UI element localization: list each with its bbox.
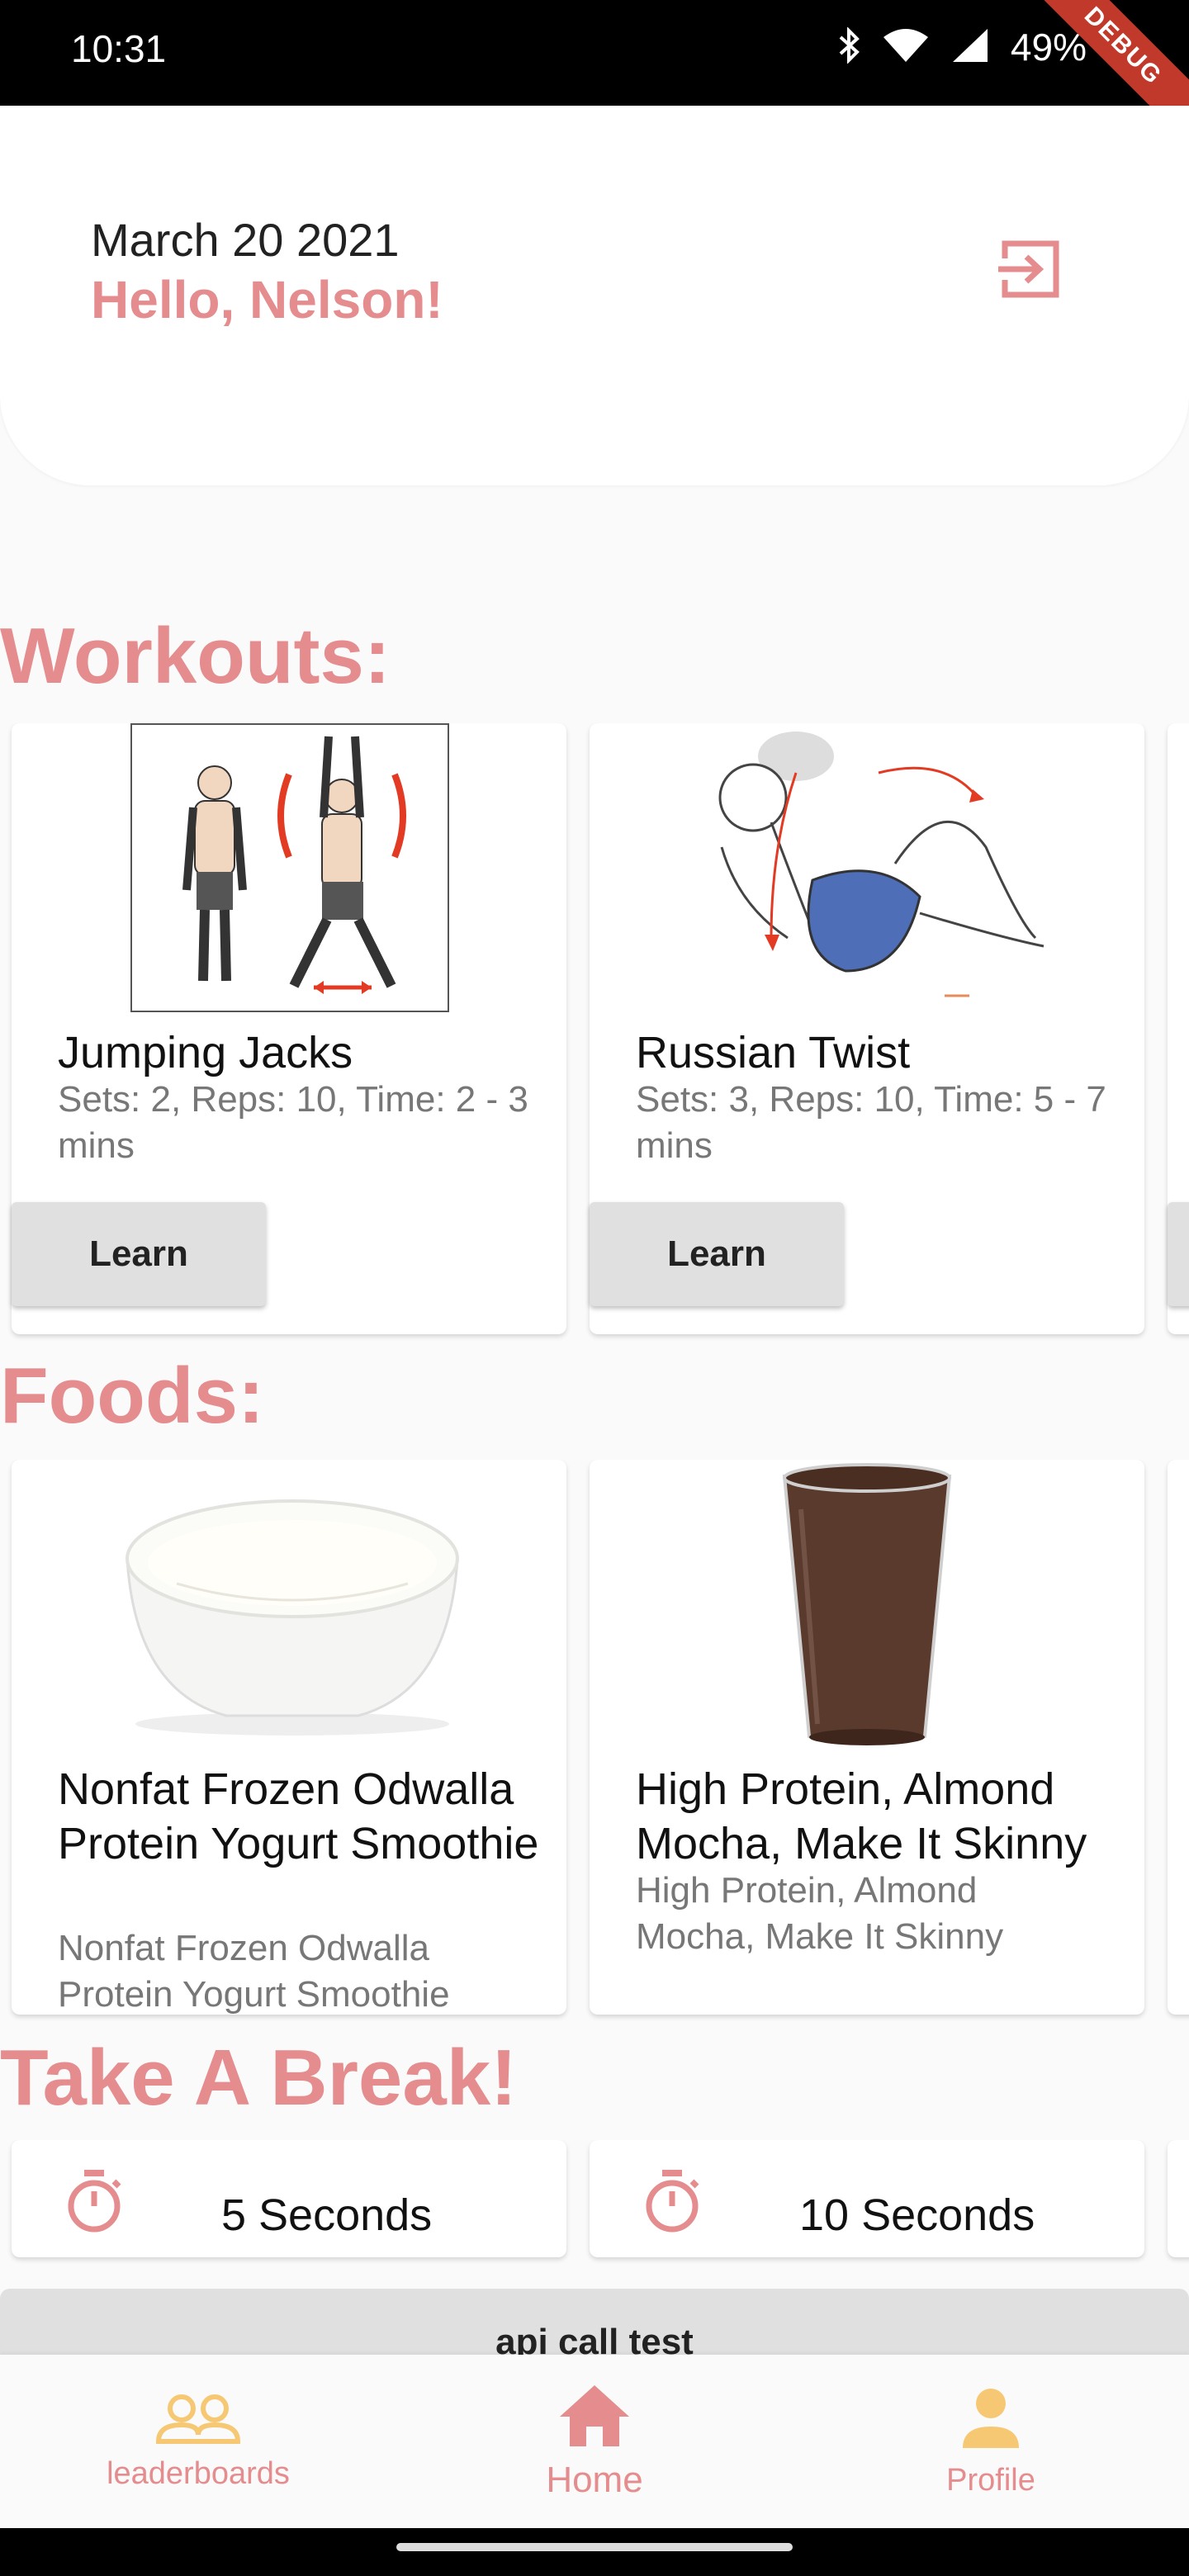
timer-label: 5 Seconds <box>221 2190 433 2240</box>
food-card[interactable]: Nonfat Frozen Odwalla Protein Yogurt Smo… <box>12 1460 566 2015</box>
workout-details: Sets: 2, Reps: 10, Time: 2 - 3 mins <box>58 1079 528 1166</box>
timers-carousel[interactable]: 5 Seconds 10 Seconds <box>0 2140 1189 2264</box>
logout-button[interactable] <box>991 230 1070 309</box>
workout-details: Sets: 3, Reps: 10, Time: 5 - 7 mins <box>636 1079 1106 1166</box>
timer-card[interactable] <box>1168 2140 1189 2257</box>
jumping-jacks-image <box>130 723 449 1012</box>
nav-label: leaderboards <box>107 2455 290 2491</box>
home-indicator[interactable] <box>396 2543 793 2551</box>
nav-label: Home <box>546 2460 643 2500</box>
nav-home[interactable]: Home <box>396 2355 793 2528</box>
foods-carousel[interactable]: Nonfat Frozen Odwalla Protein Yogurt Smo… <box>0 1460 1189 2021</box>
header-card: March 20 2021 Hello, Nelson! <box>0 106 1189 485</box>
food-card[interactable]: High Protein, Almond Mocha, Make It Skin… <box>590 1460 1144 2015</box>
break-title: Take A Break! <box>0 2034 518 2122</box>
logout-icon <box>998 240 1059 298</box>
foods-title: Foods: <box>0 1352 264 1440</box>
bottom-navigation: leaderboards Home Profile <box>0 2355 1189 2528</box>
date-label: March 20 2021 <box>91 214 400 266</box>
workout-card[interactable] <box>1168 723 1189 1334</box>
yogurt-image <box>94 1476 490 1749</box>
status-time: 10:31 <box>71 27 167 70</box>
status-bar: 10:31 49% DEBUG <box>0 0 1189 150</box>
nav-leaderboards[interactable]: leaderboards <box>0 2355 396 2528</box>
greeting: Hello, Nelson! <box>91 270 443 329</box>
home-icon <box>560 2385 629 2446</box>
signal-icon <box>951 27 989 68</box>
timer-card[interactable]: 5 Seconds <box>12 2140 566 2257</box>
nav-label: Profile <box>946 2462 1035 2498</box>
timer-card[interactable]: 10 Seconds <box>590 2140 1144 2257</box>
learn-button[interactable]: Learn <box>590 1202 844 1306</box>
learn-button[interactable] <box>1168 1202 1189 1306</box>
api-call-test-button[interactable]: api call test <box>0 2289 1189 2355</box>
workout-card[interactable]: Jumping Jacks Sets: 2, Reps: 10, Time: 2… <box>12 723 566 1334</box>
workouts-title: Workouts: <box>0 612 391 700</box>
workout-name: Jumping Jacks <box>58 1028 353 1077</box>
bluetooth-icon <box>837 26 860 68</box>
system-navigation-bar <box>0 2528 1189 2576</box>
food-details: High Protein, Almond Mocha, Make It Skin… <box>636 1870 1004 1957</box>
food-name: High Protein, Almond Mocha, Make It Skin… <box>636 1764 1087 1868</box>
workout-name: Russian Twist <box>636 1028 911 1077</box>
timer-icon <box>68 2170 121 2233</box>
food-details: Nonfat Frozen Odwalla Protein Yogurt Smo… <box>58 1928 450 2015</box>
learn-button[interactable]: Learn <box>12 1202 266 1306</box>
group-icon <box>155 2394 241 2444</box>
mocha-smoothie-image <box>776 1460 958 1749</box>
workouts-carousel[interactable]: Jumping Jacks Sets: 2, Reps: 10, Time: 2… <box>0 723 1189 1351</box>
timer-icon <box>646 2170 699 2233</box>
food-card[interactable] <box>1168 1460 1189 2015</box>
russian-twist-image <box>672 723 1052 1012</box>
workout-card[interactable]: Russian Twist Sets: 3, Reps: 10, Time: 5… <box>590 723 1144 1334</box>
nav-profile[interactable]: Profile <box>793 2355 1189 2528</box>
timer-label: 10 Seconds <box>799 2190 1035 2240</box>
wifi-icon <box>882 27 930 68</box>
food-name: Nonfat Frozen Odwalla Protein Yogurt Smo… <box>58 1764 539 1868</box>
person-icon <box>963 2388 1019 2448</box>
